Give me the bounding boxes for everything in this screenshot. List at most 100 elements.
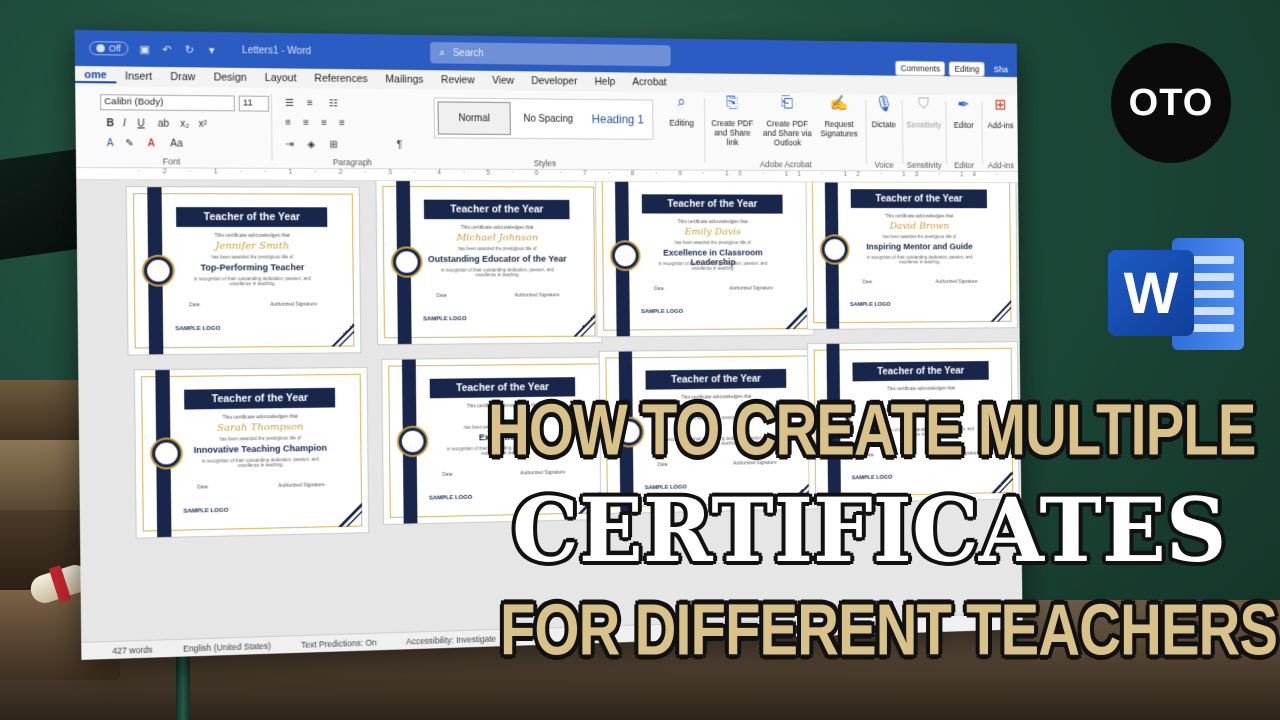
strikethrough-icon[interactable]: ab [158,119,169,130]
save-icon[interactable]: ▣ [138,43,150,55]
award-seal-icon [144,257,173,285]
share-button[interactable]: Sha [988,62,1013,77]
tab-layout[interactable]: Layout [256,72,306,84]
customize-qat-icon[interactable]: ▾ [206,44,218,56]
headline-line-2: CERTIFICATES [512,478,1227,582]
tab-design[interactable]: Design [204,71,255,83]
certificate-banner: Teacher of the Year [852,361,988,381]
certificate-subtitle: has been awarded the prestigious title o… [642,240,783,245]
addins-group: Add-ins [983,95,1018,172]
accessibility-status[interactable]: Accessibility: Investigate [406,633,496,646]
search-placeholder: Search [453,48,484,59]
award-seal-icon [393,248,421,275]
award-title: Outstanding Educator of the Year [424,254,570,264]
certificate-page[interactable]: Teacher of the Year This certificate ackn… [134,367,369,539]
corner-stripes [324,317,354,347]
tab-insert[interactable]: Insert [116,70,161,82]
tab-acrobat[interactable]: Acrobat [624,76,675,88]
tab-developer[interactable]: Developer [523,75,586,87]
word-logo-letter: W [1108,250,1194,336]
certificate-description: in recognition of their outstanding dedi… [434,267,560,277]
pilcrow-icon[interactable]: ¶ [397,140,402,151]
tab-view[interactable]: View [483,75,522,87]
ribbon-separator [704,98,706,163]
certificate-banner: Teacher of the Year [424,200,570,220]
font-group-label: Font [76,156,266,167]
tab-review[interactable]: Review [432,74,483,86]
top-right-buttons: Comments Editing Sha [895,61,1013,77]
editing-mode-button[interactable]: Editing [949,61,985,76]
voice-group-label: Voice [868,160,901,170]
sensitivity-group-label: Sensitivity [904,160,944,170]
certificate-subtitle: has been awarded the prestigious title o… [177,254,328,259]
date-label: Date [442,472,452,478]
ribbon-separator [271,94,273,161]
certificate-page[interactable]: Teacher of the Year This certificate ackn… [375,180,602,345]
align-right-icon[interactable]: ≡ [321,118,327,129]
voice-group: Voice [867,94,901,171]
certificate-banner: Teacher of the Year [642,194,783,213]
text-predictions[interactable]: Text Predictions: On [301,637,377,649]
adobe-group-label: Adobe Acrobat [708,159,862,169]
signature-label: Authorized Signature [729,286,773,292]
date-label: Date [863,280,873,286]
multilevel-list-icon[interactable]: ☷ [329,98,338,109]
font-name-box[interactable]: Calibri (Body) [100,94,235,111]
font-color-icon[interactable]: A [148,138,155,149]
certificate-banner: Teacher of the Year [645,369,786,390]
sample-logo: SAMPLE LOGO [850,302,891,308]
award-seal-icon [822,236,848,262]
paragraph-group: ☰ ≡ ☷ ≡ ≡ ≡ ≡ ⇥ ◈ ⊞ ¶ Paragraph [277,88,427,169]
italic-icon[interactable]: I [123,118,126,129]
certificate-acknowledgement: This certificate acknowledges that [176,233,327,239]
autosave-label: Off [109,43,121,53]
sample-logo: SAMPLE LOGO [423,316,466,322]
toggle-knob-icon [96,44,104,52]
language-indicator[interactable]: English (United States) [183,640,271,653]
certificate-subtitle: has been awarded the prestigious title o… [424,246,570,251]
date-label: Date [654,286,664,292]
undo-icon[interactable]: ↶ [161,43,173,55]
change-case-icon[interactable]: Aa [170,139,183,150]
subscript-icon[interactable]: x₂ [180,119,189,130]
tab-help[interactable]: Help [586,76,624,88]
indent-icon[interactable]: ⇥ [285,139,294,150]
bullets-icon[interactable]: ☰ [285,98,294,109]
word-count[interactable]: 427 words [112,644,152,655]
recipient-name: Emily Davis [642,227,783,238]
numbering-icon[interactable]: ≡ [307,98,313,109]
styles-group: Styles [433,90,653,171]
certificate-page[interactable]: Teacher of the Year This certificate ackn… [595,180,815,337]
tab-draw[interactable]: Draw [161,71,204,83]
certificate-page[interactable]: Teacher of the Year This certificate ackn… [126,186,362,355]
align-left-icon[interactable]: ≡ [285,118,291,129]
redo-icon[interactable]: ↻ [183,43,195,55]
justify-icon[interactable]: ≡ [339,118,345,129]
search-box[interactable]: ⌕ Search [430,42,671,66]
comments-button[interactable]: Comments [895,61,946,77]
certificate-banner: Teacher of the Year [176,207,327,227]
font-size-box[interactable]: 11 [239,96,269,112]
certificate-acknowledgement: This certificate acknowledges that [851,214,987,220]
signature-label: Authorized Signature [278,482,325,489]
align-center-icon[interactable]: ≡ [303,118,309,129]
shading-icon[interactable]: ◈ [307,139,315,150]
underline-icon[interactable]: U [137,118,145,129]
editing-button[interactable]: ⌕ Editing [664,98,698,128]
highlight-icon[interactable]: ✎ [125,138,134,149]
certificate-subtitle: has been awarded the prestigious title o… [851,234,987,239]
award-title: Top-Performing Teacher [177,262,328,272]
corner-stripes [567,308,596,337]
autosave-toggle[interactable]: Off [89,41,128,55]
certificate-page[interactable]: Teacher of the Year This certificate ackn… [805,180,1017,330]
search-icon: ⌕ [439,47,445,58]
tab-home[interactable]: ome [75,69,116,83]
tab-references[interactable]: References [305,73,376,86]
bold-icon[interactable]: B [106,118,114,129]
text-effects-icon[interactable]: A [107,138,114,149]
styles-group-label: Styles [434,158,654,169]
tab-mailings[interactable]: Mailings [377,73,433,85]
borders-icon[interactable]: ⊞ [329,140,337,151]
superscript-icon[interactable]: x² [198,119,207,130]
certificate-banner: Teacher of the Year [851,189,987,208]
